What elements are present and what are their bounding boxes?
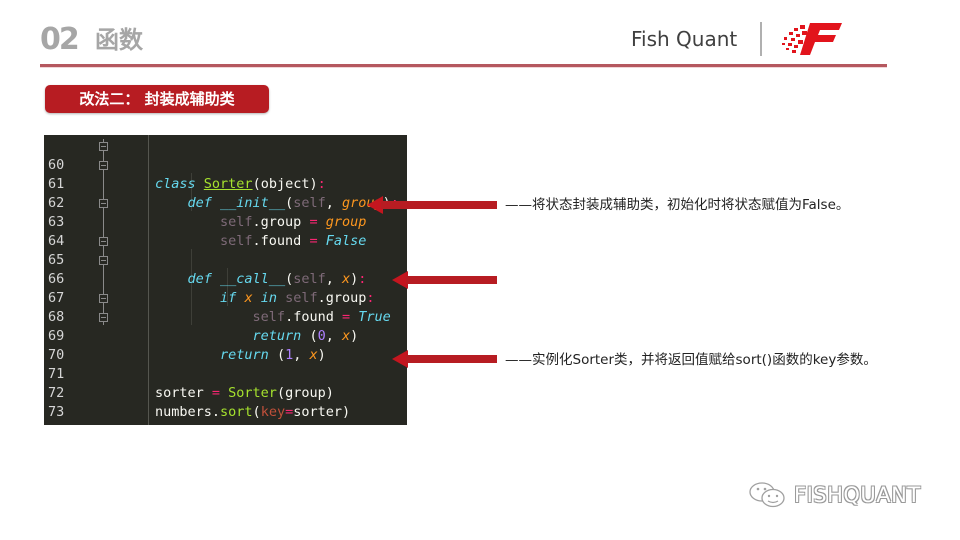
arrow-line-63	[367, 196, 497, 214]
code-line: 70	[44, 327, 407, 363]
annotation-instantiate: ——实例化Sorter类，并将返回值赋给sort()函数的key参数。	[505, 352, 877, 368]
section-title: 函数	[95, 26, 143, 54]
code-line: 67 self.found = True	[44, 270, 407, 325]
code-editor-panel: 60 class Sorter(object): 61 def __init__…	[44, 135, 407, 425]
code-line: 71 sorter = Sorter(group)	[44, 346, 407, 401]
arrow-line-71	[392, 350, 497, 368]
code-line: 74	[44, 403, 407, 425]
code-line: 62 self.group = group	[44, 175, 407, 230]
code-line: 60 class Sorter(object):	[44, 137, 407, 192]
watermark-text: FISHQUANT	[794, 483, 921, 507]
code-line: 73 assert sorter.found is True	[44, 384, 407, 425]
code-line: 65 def __call__(self, x):	[44, 232, 407, 287]
code-line: 72 numbers.sort(key=sorter)	[44, 365, 407, 420]
code-text: assert sorter.found is True	[155, 422, 375, 425]
code-line: 61 def __init__(self, group):	[44, 156, 407, 211]
brand-divider	[760, 22, 762, 56]
code-line: 66 if x in self.group:	[44, 251, 407, 306]
wechat-icon	[749, 482, 785, 508]
section-number: 02	[40, 22, 80, 57]
watermark: FISHQUANT	[748, 480, 921, 510]
fishquant-f-logo-icon	[782, 23, 842, 55]
method-badge: 改法二： 封装成辅助类	[45, 85, 269, 113]
code-line: 69 return (1, x)	[44, 308, 407, 363]
code-line: 68 return (0, x)	[44, 289, 407, 344]
code-line: 64	[44, 213, 407, 249]
header-divider-shadow	[40, 67, 887, 68]
arrow-line-67	[392, 271, 497, 289]
line-number: 74	[48, 422, 78, 425]
annotation-state-init: ——将状态封装成辅助类，初始化时将状态赋值为False。	[505, 197, 850, 213]
brand-name: Fish Quant	[631, 27, 738, 51]
code-line: 63 self.found = False	[44, 194, 407, 249]
